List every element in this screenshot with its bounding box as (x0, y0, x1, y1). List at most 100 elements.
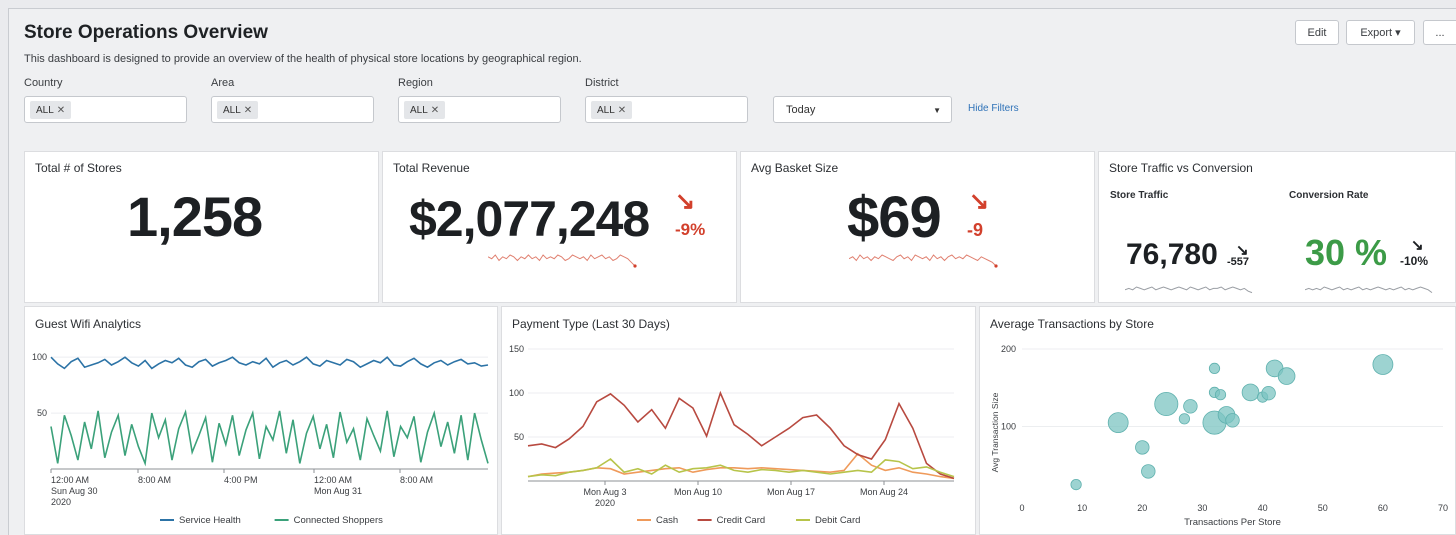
y-tick-label: 100 (1001, 422, 1016, 432)
panel-title: Avg Basket Size (751, 161, 839, 175)
country-filter-chip: ALL ✕ (30, 101, 72, 119)
chevron-down-icon: ▼ (933, 106, 941, 115)
store-traffic-sparkline (1125, 286, 1253, 294)
area-filter-label: Area (211, 77, 235, 89)
district-filter-input[interactable]: ALL ✕ (585, 96, 748, 123)
x-tick-label: 4:00 PM (224, 475, 258, 485)
series-line-credit-card (527, 390, 955, 480)
scatter-point[interactable] (1277, 367, 1296, 385)
avg-basket-sparkline (849, 254, 998, 268)
time-range-picker[interactable]: Today ▼ (773, 96, 952, 123)
country-filter-label: Country (24, 77, 63, 89)
conversion-rate-value: 30 % (1305, 232, 1388, 273)
chip-label: ALL (597, 104, 615, 116)
scatter-point[interactable] (1154, 392, 1179, 417)
export-button[interactable]: Export ▾ (1346, 20, 1415, 45)
series-line-service-health (50, 356, 489, 370)
arrow-down-right-icon: ↘ (969, 188, 990, 215)
scatter-point[interactable] (1214, 389, 1227, 401)
conversion-rate-delta: -10% (1400, 254, 1429, 268)
x-tick-label: Mon Aug 3 (583, 487, 626, 497)
remove-chip-icon[interactable]: ✕ (57, 105, 65, 116)
scatter-point[interactable] (1135, 440, 1150, 455)
x-tick-label: 12:00 AM (314, 475, 352, 485)
scatter-point[interactable] (1183, 399, 1198, 414)
total-revenue-sparkline (488, 254, 637, 268)
district-filter-label: District (585, 77, 619, 89)
country-filter-input[interactable]: ALL ✕ (24, 96, 187, 123)
total-revenue-value: $2,077,248 (409, 191, 650, 247)
region-filter-label: Region (398, 77, 433, 89)
chip-label: ALL (223, 104, 241, 116)
total-revenue-panel: Total Revenue $2,077,248 ↘ -9% (382, 151, 737, 303)
y-tick-label: 200 (1001, 344, 1016, 354)
avg-basket-value: $69 (847, 185, 942, 250)
chip-label: ALL (410, 104, 428, 116)
panel-title: Store Traffic vs Conversion (1109, 161, 1253, 175)
guest-wifi-panel: Guest Wifi Analytics 100 50 12:00 AM Sun Au… (24, 306, 498, 535)
panel-title: Total Revenue (393, 161, 470, 175)
x-axis-label: Transactions Per Store (1184, 517, 1281, 528)
y-tick-label: 100 (32, 352, 47, 362)
scatter-point[interactable] (1225, 413, 1240, 428)
page-description: This dashboard is designed to provide an… (24, 53, 582, 65)
scatter-point[interactable] (1070, 479, 1082, 491)
x-tick-label: 2020 (51, 497, 71, 507)
payment-type-panel: Payment Type (Last 30 Days) 150 100 50 Mon … (501, 306, 976, 535)
x-tick-label: Mon Aug 17 (767, 487, 815, 497)
x-tick-label: 70 (1438, 503, 1448, 513)
avg-basket-panel: Avg Basket Size $69 ↘ -9 (740, 151, 1095, 303)
y-tick-label: 50 (514, 432, 524, 442)
legend-label: Debit Card (815, 515, 860, 526)
total-stores-panel: Total # of Stores 1,258 (24, 151, 379, 303)
conversion-rate-sparkline (1305, 286, 1433, 294)
y-axis-label: Avg Transaction Size (990, 392, 1000, 472)
scatter-point[interactable] (1141, 464, 1156, 479)
x-tick-label: 8:00 AM (138, 475, 171, 485)
panel-title: Total # of Stores (35, 161, 122, 175)
time-range-value: Today (786, 103, 816, 116)
edit-button[interactable]: Edit (1295, 20, 1339, 45)
x-tick-label: 30 (1197, 503, 1207, 513)
conversion-rate-label: Conversion Rate (1289, 190, 1369, 201)
y-tick-label: 150 (509, 344, 524, 354)
district-filter-chip: ALL ✕ (591, 101, 633, 119)
x-tick-label: 20 (1137, 503, 1147, 513)
scatter-point[interactable] (1208, 362, 1221, 375)
region-filter-input[interactable]: ALL ✕ (398, 96, 561, 123)
avg-transactions-panel: Average Transactions by Store 200 100 0 10 2… (979, 306, 1456, 535)
store-traffic-label: Store Traffic (1110, 190, 1169, 201)
arrow-down-right-icon: ↘ (1411, 237, 1424, 254)
remove-chip-icon[interactable]: ✕ (618, 105, 626, 116)
avg-transactions-chart: 200 100 0 10 20 30 40 50 60 70 Transactions Per St… (990, 344, 1448, 528)
page-title: Store Operations Overview (24, 22, 268, 43)
scatter-point[interactable] (1261, 385, 1276, 401)
scatter-point[interactable] (1241, 383, 1260, 402)
x-tick-label: 40 (1258, 503, 1268, 513)
x-tick-label: 0 (1019, 503, 1024, 513)
arrow-down-right-icon: ↘ (675, 188, 696, 215)
remove-chip-icon[interactable]: ✕ (244, 105, 252, 116)
scatter-point[interactable] (1178, 413, 1190, 425)
x-tick-label: Mon Aug 31 (314, 486, 362, 496)
guest-wifi-chart: 1005012:00 AMSun Aug 3020208:00 AM 4:00 P… (32, 352, 489, 526)
total-stores-value: 1,258 (127, 185, 263, 248)
total-revenue-delta: -9% (675, 220, 706, 239)
x-tick-label: Mon Aug 10 (674, 487, 722, 497)
x-tick-label: Sun Aug 30 (51, 486, 98, 496)
series-line-cash (527, 452, 955, 480)
hide-filters-link[interactable]: Hide Filters (968, 103, 1019, 114)
legend-label: Connected Shoppers (294, 515, 384, 526)
avg-basket-delta: -9 (967, 220, 984, 240)
chip-label: ALL (36, 104, 54, 116)
legend-label: Credit Card (717, 515, 766, 526)
store-traffic-value: 76,780 (1126, 238, 1218, 271)
remove-chip-icon[interactable]: ✕ (431, 105, 439, 116)
x-tick-label: Mon Aug 24 (860, 487, 908, 497)
legend-label: Service Health (179, 515, 241, 526)
area-filter-input[interactable]: ALL ✕ (211, 96, 374, 123)
scatter-point[interactable] (1107, 412, 1129, 433)
more-options-button[interactable]: ... (1423, 20, 1456, 45)
traffic-conversion-panel: Store Traffic vs Conversion Store Traffi… (1098, 151, 1456, 303)
scatter-point[interactable] (1372, 354, 1394, 375)
